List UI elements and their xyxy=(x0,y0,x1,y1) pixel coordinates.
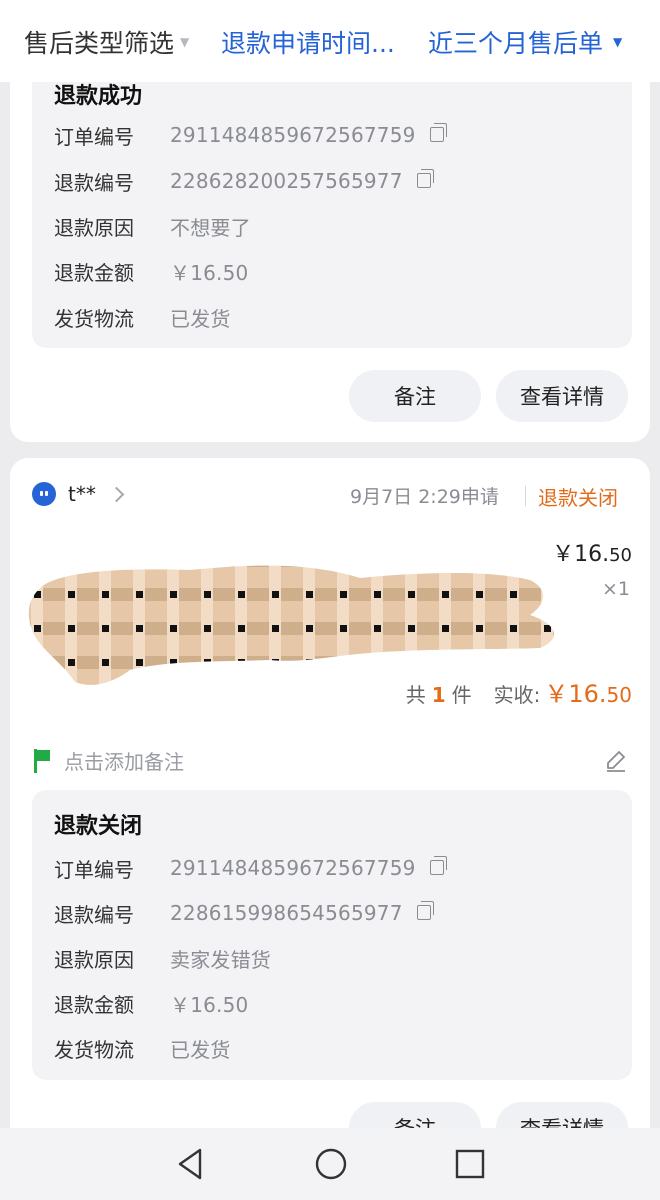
redacted-product-image xyxy=(28,565,554,685)
field-label: 退款编号 xyxy=(54,902,134,927)
order-card: 退款成功 订单编号 2911484859672567759 退款编号 22862… xyxy=(10,60,650,442)
nav-back-icon[interactable] xyxy=(174,1146,206,1182)
copy-icon[interactable] xyxy=(416,900,434,920)
nav-recents-icon[interactable] xyxy=(454,1146,486,1182)
caret-down-icon: ▼ xyxy=(613,35,623,49)
refund-reason-row: 退款原因 卖家发错货 xyxy=(54,943,271,973)
item-quantity: ×1 xyxy=(601,578,630,600)
field-label: 退款金额 xyxy=(54,992,134,1017)
shipping-value: 已发货 xyxy=(170,1037,231,1062)
copy-icon[interactable] xyxy=(429,855,447,875)
field-label: 发货物流 xyxy=(54,1037,134,1062)
refund-number-row: 退款编号 228628200257565977 xyxy=(54,166,434,196)
order-number-row: 订单编号 2911484859672567759 xyxy=(54,853,447,883)
caret-down-icon: ▼ xyxy=(180,35,190,49)
edit-icon[interactable] xyxy=(604,748,628,772)
system-nav-bar xyxy=(0,1128,660,1200)
order-summary: 共 1 件 实收: ￥16.50 xyxy=(406,674,632,709)
refund-amount-value: ￥16.50 xyxy=(170,260,249,285)
refund-reason-value: 不想要了 xyxy=(170,215,251,240)
remark-placeholder: 点击添加备注 xyxy=(64,750,184,774)
summary-prefix: 共 xyxy=(405,683,426,707)
filter-label: 售后类型筛选 xyxy=(24,29,175,58)
filter-refund-time[interactable]: 退款申请时间... xyxy=(221,24,395,60)
field-label: 发货物流 xyxy=(54,306,134,331)
refund-info-box: 退款关闭 订单编号 2911484859672567759 退款编号 22861… xyxy=(32,790,632,1080)
paid-amount: ￥16.50 xyxy=(544,680,632,708)
apply-time: 9月7日 2:29申请 xyxy=(350,486,499,508)
order-number-value: 2911484859672567759 xyxy=(170,123,416,147)
order-card: t** 9月7日 2:29申请 退款关闭 ￥16.50 ×1 共 1 件 实收:… xyxy=(10,458,650,1200)
item-count: 1 xyxy=(431,683,446,707)
refund-status-title: 退款成功 xyxy=(54,84,143,109)
refund-amount-row: 退款金额 ￥16.50 xyxy=(54,988,248,1018)
field-label: 退款金额 xyxy=(54,260,134,285)
field-label: 订单编号 xyxy=(54,857,134,882)
refund-status-title: 退款关闭 xyxy=(54,814,143,839)
shipping-row: 发货物流 已发货 xyxy=(54,1033,231,1063)
refund-number-value: 228628200257565977 xyxy=(170,169,403,193)
shipping-row: 发货物流 已发货 xyxy=(54,302,231,332)
remark-button[interactable]: 备注 xyxy=(349,370,481,422)
field-label: 退款原因 xyxy=(54,215,134,240)
filter-label: 退款申请时间... xyxy=(221,29,395,58)
flag-icon xyxy=(32,748,52,773)
filter-bar: 售后类型筛选 ▼ 退款申请时间... 近三个月售后单 ▼ xyxy=(0,0,660,82)
store-icon[interactable] xyxy=(32,482,56,506)
store-name[interactable]: t** xyxy=(68,482,96,506)
nav-home-icon[interactable] xyxy=(313,1146,349,1182)
copy-icon[interactable] xyxy=(429,122,447,142)
refund-amount-value: ￥16.50 xyxy=(170,992,249,1017)
filter-period[interactable]: 近三个月售后单 ▼ xyxy=(428,24,622,60)
field-label: 订单编号 xyxy=(54,124,134,149)
refund-amount-row: 退款金额 ￥16.50 xyxy=(54,256,248,286)
divider xyxy=(525,486,526,506)
refund-number-row: 退款编号 228615998654565977 xyxy=(54,898,434,928)
chevron-right-icon[interactable] xyxy=(108,486,125,503)
filter-label: 近三个月售后单 xyxy=(428,29,604,58)
shipping-value: 已发货 xyxy=(170,306,231,331)
field-label: 退款原因 xyxy=(54,947,134,972)
copy-icon[interactable] xyxy=(416,168,434,188)
refund-info-box: 退款成功 订单编号 2911484859672567759 退款编号 22862… xyxy=(32,60,632,348)
field-label: 退款编号 xyxy=(54,170,134,195)
status-badge: 退款关闭 xyxy=(538,486,618,510)
refund-number-value: 228615998654565977 xyxy=(170,901,403,925)
summary-suffix: 件 xyxy=(451,683,472,707)
filter-aftersale-type[interactable]: 售后类型筛选 ▼ xyxy=(24,24,189,60)
add-remark-link[interactable]: 点击添加备注 xyxy=(32,746,184,775)
order-number-row: 订单编号 2911484859672567759 xyxy=(54,120,447,150)
order-number-value: 2911484859672567759 xyxy=(170,856,416,880)
item-price: ￥16.50 xyxy=(552,542,632,567)
view-details-button[interactable]: 查看详情 xyxy=(496,370,628,422)
paid-label: 实收: xyxy=(493,683,541,707)
refund-reason-row: 退款原因 不想要了 xyxy=(54,211,251,241)
refund-reason-value: 卖家发错货 xyxy=(170,947,271,972)
